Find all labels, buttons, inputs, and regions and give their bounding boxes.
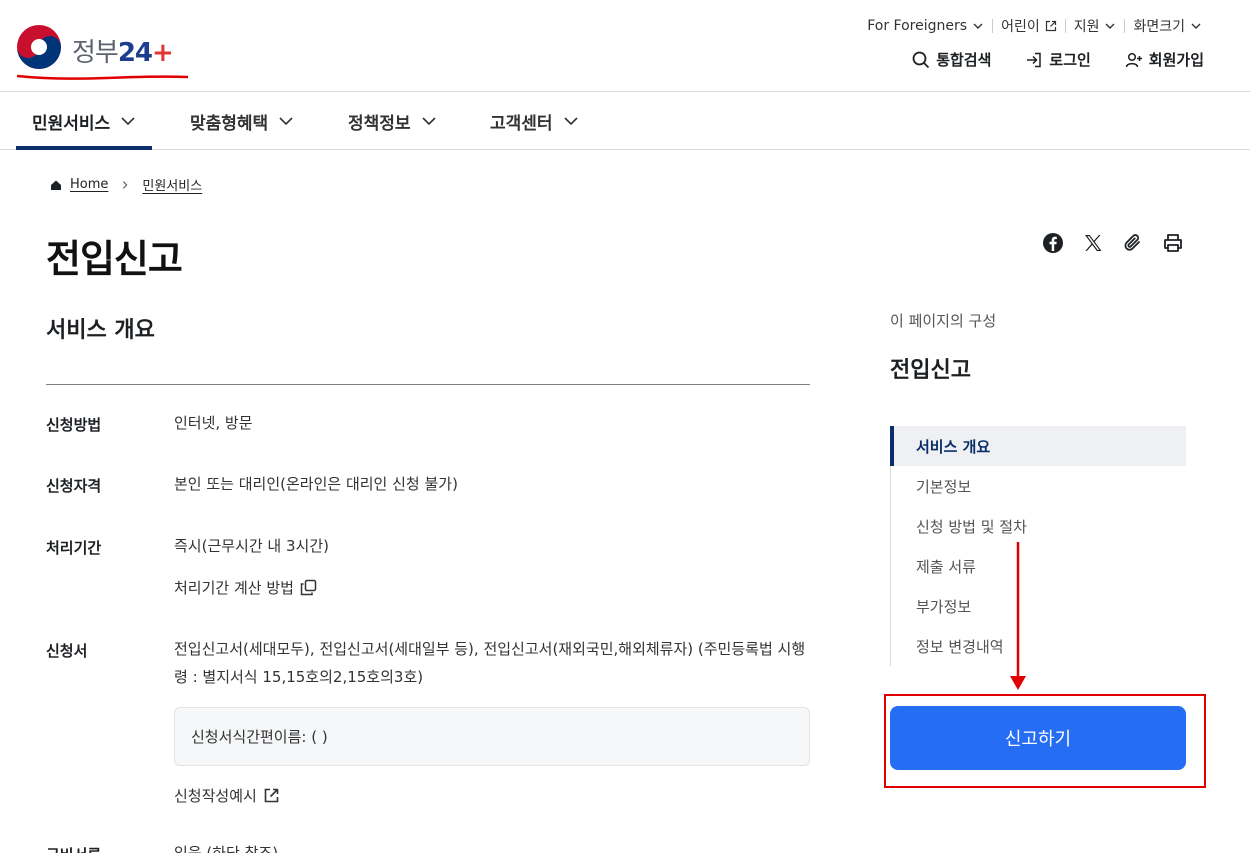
info-label: 처리기간 — [46, 539, 102, 557]
page-title: 전입신고 — [46, 237, 183, 281]
annotation-underline — [16, 74, 189, 80]
toc-item-procedure[interactable]: 신청 방법 및 절차 — [891, 506, 1186, 546]
utility-menu: For Foreigners 어린이 지원 화면크기 — [859, 16, 1210, 36]
external-link-icon — [1045, 20, 1056, 32]
info-value: 인터넷, 방문 — [174, 414, 253, 432]
search-button[interactable]: 통합검색 — [912, 49, 991, 70]
printer-icon — [1164, 234, 1182, 252]
kids-link[interactable]: 어린이 — [993, 16, 1065, 36]
nav-item-policy-info[interactable]: 정책정보 — [348, 93, 437, 149]
annotation-arrow-icon — [1010, 542, 1026, 690]
logo-text: 정부 — [72, 38, 119, 68]
nav-item-civil-services[interactable]: 민원서비스 — [15, 93, 153, 150]
write-example-link[interactable]: 신청작성예시 — [174, 785, 280, 806]
external-link-icon — [264, 788, 279, 803]
chevron-down-icon — [121, 117, 135, 126]
logo-number: 24 — [117, 38, 153, 68]
breadcrumb-current[interactable]: 민원서비스 — [142, 175, 202, 194]
login-icon — [1027, 52, 1042, 67]
chevron-down-icon — [973, 23, 983, 29]
toc-item-overview[interactable]: 서비스 개요 — [890, 426, 1186, 466]
x-share-button[interactable] — [1082, 232, 1104, 254]
toc-title: 전입신고 — [890, 358, 971, 383]
x-logo-icon — [1085, 235, 1102, 251]
breadcrumb: Home 민원서비스 — [50, 175, 202, 194]
facebook-share-button[interactable] — [1042, 232, 1064, 254]
section-title: 서비스 개요 — [46, 318, 155, 343]
toc-caption: 이 페이지의 구성 — [890, 312, 997, 330]
copy-link-button[interactable] — [1122, 232, 1144, 254]
support-menu[interactable]: 지원 — [1066, 16, 1125, 36]
header-actions: 통합검색 로그인 회원가입 — [912, 49, 1204, 70]
breadcrumb-home[interactable]: Home — [70, 177, 108, 192]
main-navigation: 민원서비스 맞춤형혜택 정책정보 고객센터 — [0, 93, 1250, 150]
screen-size-menu[interactable]: 화면크기 — [1125, 16, 1210, 36]
info-value: 본인 또는 대리인(온라인은 대리인 신청 불가) — [174, 475, 458, 493]
nav-item-custom-benefits[interactable]: 맞춤형혜택 — [190, 93, 294, 149]
paperclip-icon — [1124, 234, 1140, 251]
chevron-down-icon — [563, 117, 578, 126]
chevron-right-icon — [123, 180, 128, 189]
processing-time-calc-link[interactable]: 처리기간 계산 방법 — [174, 577, 317, 598]
info-label: 신청서 — [46, 642, 88, 660]
share-actions — [1042, 232, 1184, 254]
section-divider — [46, 384, 810, 385]
toc-item-change-history[interactable]: 정보 변경내역 — [891, 626, 1186, 666]
form-short-name-box: 신청서식간편이름: ( ) — [174, 707, 810, 766]
info-label: 신청방법 — [46, 416, 102, 434]
gov24-logo[interactable]: 정부24+ — [16, 24, 191, 80]
info-value: 있음 (하단 참조) — [174, 844, 279, 853]
info-label: 신청자격 — [46, 477, 102, 495]
taegeuk-emblem-icon — [17, 25, 61, 69]
apply-button[interactable]: 신고하기 — [890, 706, 1186, 770]
toc-item-additional-info[interactable]: 부가정보 — [891, 586, 1186, 626]
print-button[interactable] — [1162, 232, 1184, 254]
add-user-icon — [1125, 52, 1142, 67]
copy-icon — [300, 579, 317, 596]
nav-item-customer-center[interactable]: 고객센터 — [490, 93, 579, 149]
plus-icon: + — [152, 38, 174, 68]
login-button[interactable]: 로그인 — [1025, 49, 1091, 70]
info-value: 전입신고서(세대모두), 전입신고서(세대일부 등), 전입신고서(재외국민,해… — [174, 640, 806, 686]
home-icon — [51, 180, 61, 190]
foreigners-menu[interactable]: For Foreigners — [859, 18, 992, 34]
info-label: 구비서류 — [46, 844, 101, 853]
search-icon — [912, 51, 930, 68]
facebook-icon — [1043, 233, 1063, 253]
chevron-down-icon — [1191, 23, 1201, 29]
site-header: 정부24+ For Foreigners 어린이 지원 화면크기 통합검색 로그… — [0, 0, 1250, 92]
chevron-down-icon — [279, 117, 293, 126]
signup-button[interactable]: 회원가입 — [1125, 49, 1204, 70]
chevron-down-icon — [1105, 23, 1115, 29]
info-value: 즉시(근무시간 내 3시간) — [174, 537, 329, 555]
toc-item-documents[interactable]: 제출 서류 — [891, 546, 1186, 586]
table-of-contents: 서비스 개요 기본정보 신청 방법 및 절차 제출 서류 부가정보 정보 변경내… — [890, 426, 1186, 666]
toc-item-basic-info[interactable]: 기본정보 — [891, 466, 1186, 506]
chevron-down-icon — [421, 117, 436, 126]
